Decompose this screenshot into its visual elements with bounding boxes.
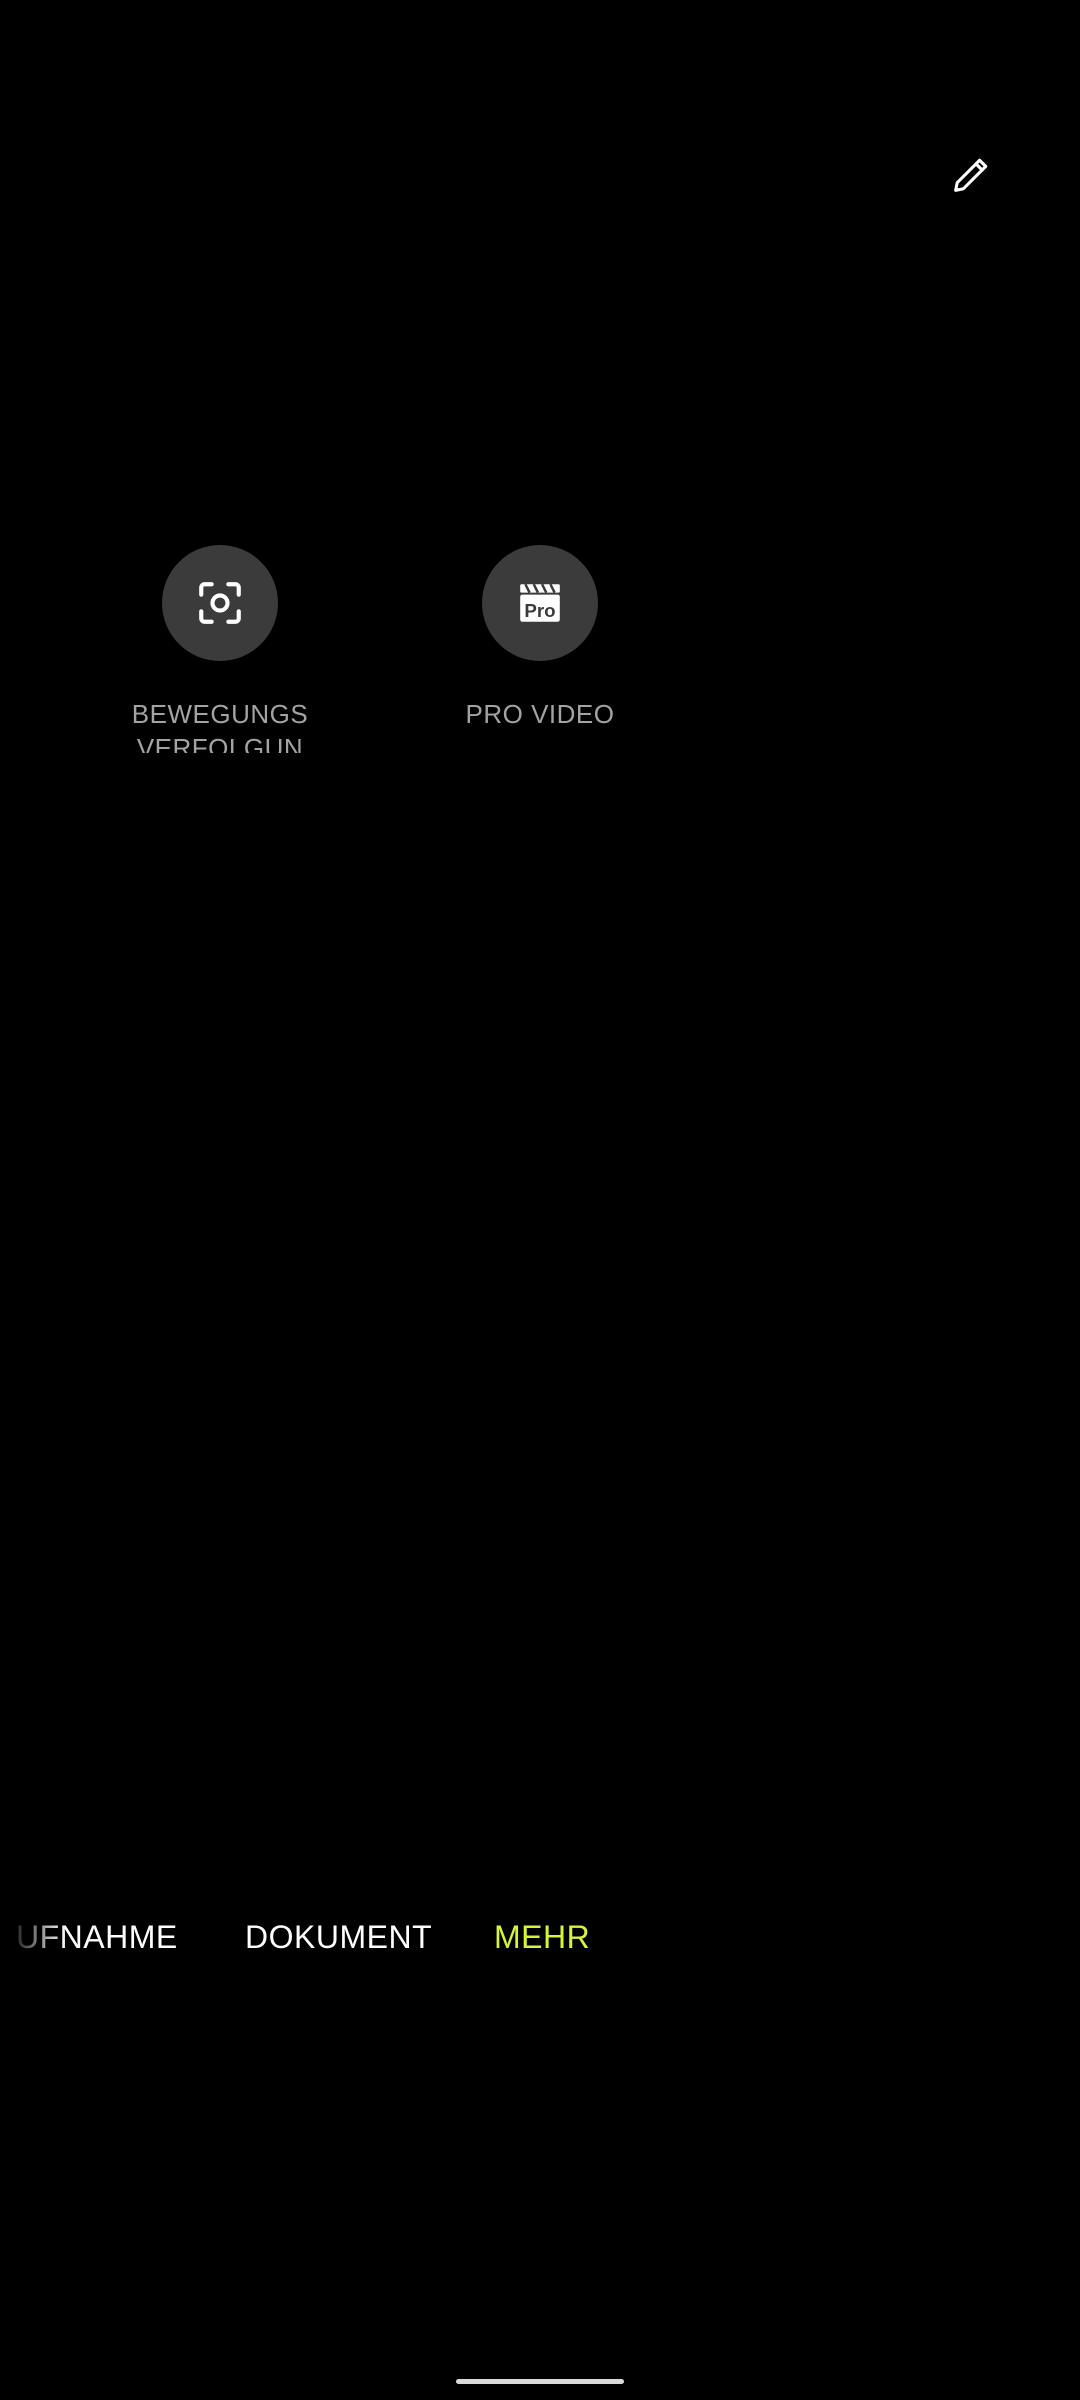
tab-aufnahme[interactable]: UFNAHME: [16, 1912, 178, 1962]
home-indicator-bar[interactable]: [456, 2379, 624, 2384]
mode-tile-motion-tracking[interactable]: BEWEGUNGS VERFOLGUN G: [110, 545, 330, 753]
pencil-icon: [954, 158, 988, 192]
mode-tile-pro-video[interactable]: Pro PRO VIDEO: [430, 545, 650, 731]
edit-modes-button[interactable]: [936, 140, 1006, 210]
pro-video-clapper-icon: Pro: [520, 583, 560, 622]
camera-more-modes-screen: BEWEGUNGS VERFOLGUN G Pro PRO VIDEO UFNA…: [0, 0, 1080, 2400]
camera-mode-tabs: UFNAHME DOKUMENT MEHR: [0, 1912, 1080, 1962]
mode-circle: [162, 545, 278, 661]
motion-tracking-frame-icon: [199, 582, 241, 624]
tab-mehr[interactable]: MEHR: [494, 1912, 590, 1962]
mode-label: BEWEGUNGS VERFOLGUN G: [131, 699, 309, 753]
pro-badge-text: Pro: [524, 600, 555, 621]
mode-circle: Pro: [482, 545, 598, 661]
tab-dokument[interactable]: DOKUMENT: [245, 1912, 432, 1962]
mode-label: PRO VIDEO: [465, 699, 615, 729]
